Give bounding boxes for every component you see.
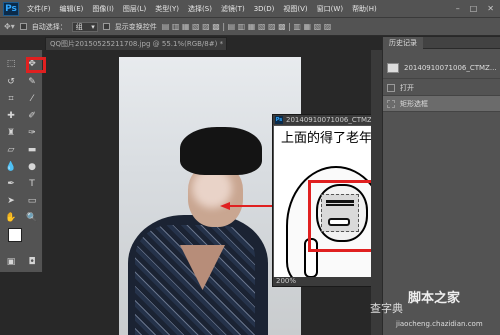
- path-select-tool-icon[interactable]: ➤: [5, 195, 17, 207]
- snapshot-thumbnail-icon: [387, 62, 399, 73]
- maximize-icon[interactable]: □: [470, 4, 478, 13]
- menu-file[interactable]: 文件(F): [27, 4, 51, 14]
- brush-tool-icon[interactable]: ✐: [26, 110, 38, 122]
- auto-select-label: 自动选择：: [31, 22, 67, 31]
- window-controls: – □ ✕: [456, 4, 500, 13]
- history-step-open[interactable]: 打开: [383, 80, 500, 96]
- lasso-tool-icon[interactable]: ↺: [5, 76, 17, 88]
- history-step-label: 打开: [400, 83, 414, 92]
- person-hair: [180, 127, 262, 175]
- minimize-icon[interactable]: –: [456, 4, 460, 13]
- show-transform-checkbox[interactable]: [102, 23, 110, 30]
- menu-help[interactable]: 帮助(H): [352, 4, 377, 14]
- photoshop-logo: Ps: [3, 1, 19, 16]
- zoom-tool-icon[interactable]: 🔍: [26, 212, 38, 224]
- tab-history[interactable]: 历史记录: [383, 37, 423, 49]
- menu-select[interactable]: 选择(S): [188, 4, 212, 14]
- plaid-pattern: [135, 225, 255, 335]
- menu-bar: Ps 文件(F) 编辑(E) 图像(I) 图层(L) 类型(Y) 选择(S) 滤…: [0, 0, 500, 18]
- red-arrow-icon: [220, 202, 280, 210]
- eraser-tool-icon[interactable]: ▱: [5, 144, 17, 156]
- screen-mode-icon[interactable]: ▣: [5, 256, 17, 268]
- menu-3d[interactable]: 3D(D): [254, 5, 275, 13]
- menu-image[interactable]: 图像(I): [92, 4, 114, 14]
- menu-edit[interactable]: 编辑(E): [60, 4, 84, 14]
- history-step-label: 矩形选框: [400, 99, 428, 108]
- panel-tabs: 历史记录: [383, 37, 500, 49]
- show-transform-label: 显示变换控件: [114, 22, 157, 31]
- ps-doc-icon: Ps: [275, 116, 283, 124]
- history-step-rect-select[interactable]: 矩形选框: [383, 96, 500, 112]
- healing-tool-icon[interactable]: ✚: [5, 110, 17, 122]
- watermark-left: 查字典: [370, 302, 403, 315]
- menu-filter[interactable]: 滤镜(T): [221, 4, 245, 14]
- marquee-tool-icon[interactable]: ⬚: [5, 58, 17, 70]
- toolbar: ⬚ ✥ ↺ ✎ ⌗ ⁄ ✚ ✐ ♜ ✑ ▱ ▬ 💧 ● ✒ T ➤ ▭ ✋ 🔍 …: [0, 50, 43, 272]
- red-highlight-box: [308, 180, 374, 252]
- history-brush-tool-icon[interactable]: ✑: [26, 127, 38, 139]
- snapshot-label: 20140910071006_CTMZ...: [404, 63, 497, 72]
- menu-view[interactable]: 视图(V): [283, 4, 307, 14]
- clone-stamp-tool-icon[interactable]: ♜: [5, 127, 17, 139]
- quick-select-tool-icon[interactable]: ✎: [26, 76, 38, 88]
- menu-type[interactable]: 类型(Y): [155, 4, 179, 14]
- align-icons[interactable]: ▤ ▥ ▦ ▧ ▨ ▩ | ▤ ▥ ▦ ▧ ▨ ▩ | ▥ ▦ ▧ ▨: [162, 22, 332, 31]
- document-icon: [387, 83, 395, 92]
- panel-dock-strip: [371, 50, 382, 335]
- red-highlight-move-tool: [26, 57, 46, 73]
- shape-tool-icon[interactable]: ▭: [26, 195, 38, 207]
- pen-tool-icon[interactable]: ✒: [5, 178, 17, 190]
- type-tool-icon[interactable]: T: [26, 178, 38, 190]
- options-bar: ✥▾ 自动选择： 组 显示变换控件 ▤ ▥ ▦ ▧ ▨ ▩ | ▤ ▥ ▦ ▧ …: [0, 18, 500, 36]
- dodge-tool-icon[interactable]: ●: [26, 161, 38, 173]
- move-tool-preset-icon[interactable]: ✥▾: [4, 22, 15, 31]
- document-tab[interactable]: QQ图片20150525211708.jpg @ 55.1%(RGB/8#) *: [45, 37, 227, 50]
- history-snapshot[interactable]: 20140910071006_CTMZ...: [383, 57, 500, 79]
- quick-mask-icon[interactable]: ◘: [26, 256, 38, 268]
- hand-tool-icon[interactable]: ✋: [5, 212, 17, 224]
- foreground-color-swatch[interactable]: [8, 228, 22, 242]
- menu-layer[interactable]: 图层(L): [123, 4, 146, 14]
- watermark-url: jiaocheng.chazidian.com: [396, 320, 483, 328]
- marquee-icon: [387, 99, 395, 108]
- close-icon[interactable]: ✕: [487, 4, 494, 13]
- auto-select-checkbox[interactable]: [19, 23, 27, 30]
- eyedropper-tool-icon[interactable]: ⁄: [26, 93, 38, 105]
- crop-tool-icon[interactable]: ⌗: [5, 93, 17, 105]
- blur-tool-icon[interactable]: 💧: [5, 161, 17, 173]
- gradient-tool-icon[interactable]: ▬: [26, 144, 38, 156]
- auto-select-dropdown[interactable]: 组: [71, 21, 98, 32]
- menu-window[interactable]: 窗口(W): [317, 4, 343, 14]
- watermark-logo: 脚本之家: [408, 291, 461, 306]
